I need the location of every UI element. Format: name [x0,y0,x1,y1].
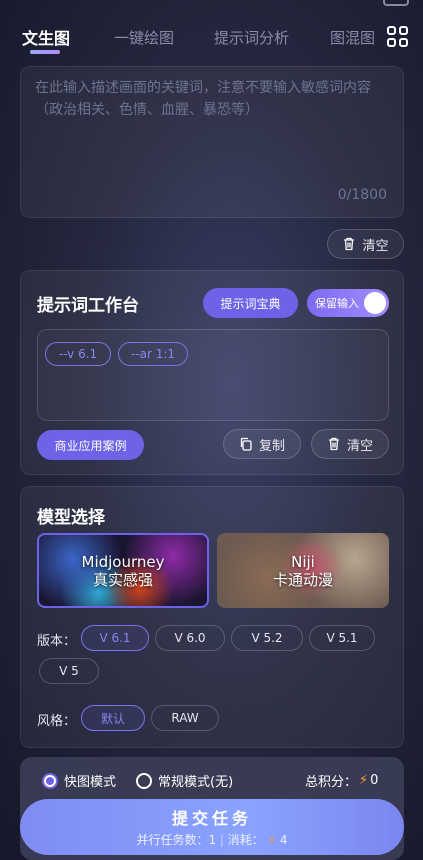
tag-version[interactable]: --v 6.1 [45,342,111,366]
business-cases-button[interactable]: 商业应用案例 [37,430,144,460]
version-option[interactable]: V 5.1 [309,625,375,651]
trash-icon [344,237,355,251]
prompt-dictionary-button[interactable]: 提示词宝典 [203,288,298,318]
version-label: 版本： [37,634,77,649]
prompt-placeholder: 在此输入描述画面的关键词，注意不要输入敏感词内容（政治相关、色情、血腥、暴恐等） [35,80,371,118]
style-label: 风格： [37,714,77,729]
cost-label: 消耗： [227,833,264,847]
model-subtitle: 真实感强 [92,570,153,589]
prompt-clear-label: 清空 [362,238,389,254]
model-name: Niji [291,552,315,571]
keep-input-toggle[interactable]: 保留输入 [307,289,389,317]
character-counter: 0/1800 [337,187,387,203]
trash-icon [328,437,339,451]
mode-fast-label: 快图模式 [64,775,117,790]
total-points: 总积分： ⚡ 0 [305,771,378,790]
toggle-knob [364,292,386,314]
submit-task-button[interactable]: 提交任务 并行任务数：1 | 消耗： ⚡ 4 [20,799,404,855]
copy-icon [240,437,252,451]
copy-button[interactable]: 复制 [223,429,301,459]
parallel-tasks: 并行任务数：1 [136,833,217,847]
workbench-title: 提示词工作台 [37,296,139,316]
active-tab-indicator [30,50,60,54]
style-option[interactable]: RAW [151,705,219,731]
workbench-clear-label: 清空 [346,438,373,454]
workbench-clear-button[interactable]: 清空 [311,429,389,459]
submit-meta: 并行任务数：1 | 消耗： ⚡ 4 [136,833,288,847]
mode-fast-radio[interactable]: 快图模式 [42,771,116,790]
window-edge-icon [383,0,409,6]
model-option-niji[interactable]: Niji 卡通动漫 [217,533,389,608]
total-points-label: 总积分： [305,775,358,790]
model-selection: 模型选择 Midjourney 真实感强 Niji 卡通动漫 版本： V 6.1… [20,486,404,748]
version-option[interactable]: V 5 [39,658,99,684]
version-option[interactable]: V 5.2 [231,625,303,651]
prompt-clear-button[interactable]: 清空 [327,229,404,259]
mode-normal-radio[interactable]: 常规模式(无) [136,771,233,790]
copy-label: 复制 [258,438,285,454]
tab-prompt-analysis[interactable]: 提示词分析 [214,27,289,48]
prompt-workbench: 提示词工作台 提示词宝典 保留输入 --v 6.1 --ar 1:1 商业应用案… [20,270,404,475]
radio-checked-icon [42,772,58,789]
tab-image-blend[interactable]: 图混图 [330,27,375,48]
tag-aspect-ratio[interactable]: --ar 1:1 [118,342,188,366]
style-option[interactable]: 默认 [81,705,145,731]
submit-label: 提交任务 [171,809,252,828]
tab-text-to-image[interactable]: 文生图 [22,25,70,49]
mode-normal-label: 常规模式(无) [158,775,234,790]
version-option[interactable]: V 6.1 [81,625,149,651]
lightning-icon: ⚡ [359,773,369,788]
top-tab-bar: 文生图 一键绘图 提示词分析 图混图 [0,0,423,64]
prompt-tag-area[interactable]: --v 6.1 --ar 1:1 [37,329,389,421]
prompt-input-box[interactable]: 在此输入描述画面的关键词，注意不要输入敏感词内容（政治相关、色情、血腥、暴恐等）… [20,66,404,218]
tab-one-click-draw[interactable]: 一键绘图 [114,27,174,48]
lightning-icon: ⚡ [267,833,277,847]
keep-input-label: 保留输入 [315,297,359,310]
version-option[interactable]: V 6.0 [155,625,225,651]
total-points-value: 0 [370,773,379,788]
grid-menu-icon[interactable] [387,26,409,48]
submit-panel: 快图模式 常规模式(无) 总积分： ⚡ 0 提交任务 并行任务数：1 | 消耗：… [20,757,404,860]
radio-unchecked-icon [136,772,152,789]
model-title: 模型选择 [37,508,105,528]
model-option-midjourney[interactable]: Midjourney 真实感强 [37,533,209,608]
model-name: Midjourney [81,552,165,571]
model-subtitle: 卡通动漫 [272,570,333,589]
cost-value: 4 [279,833,288,847]
